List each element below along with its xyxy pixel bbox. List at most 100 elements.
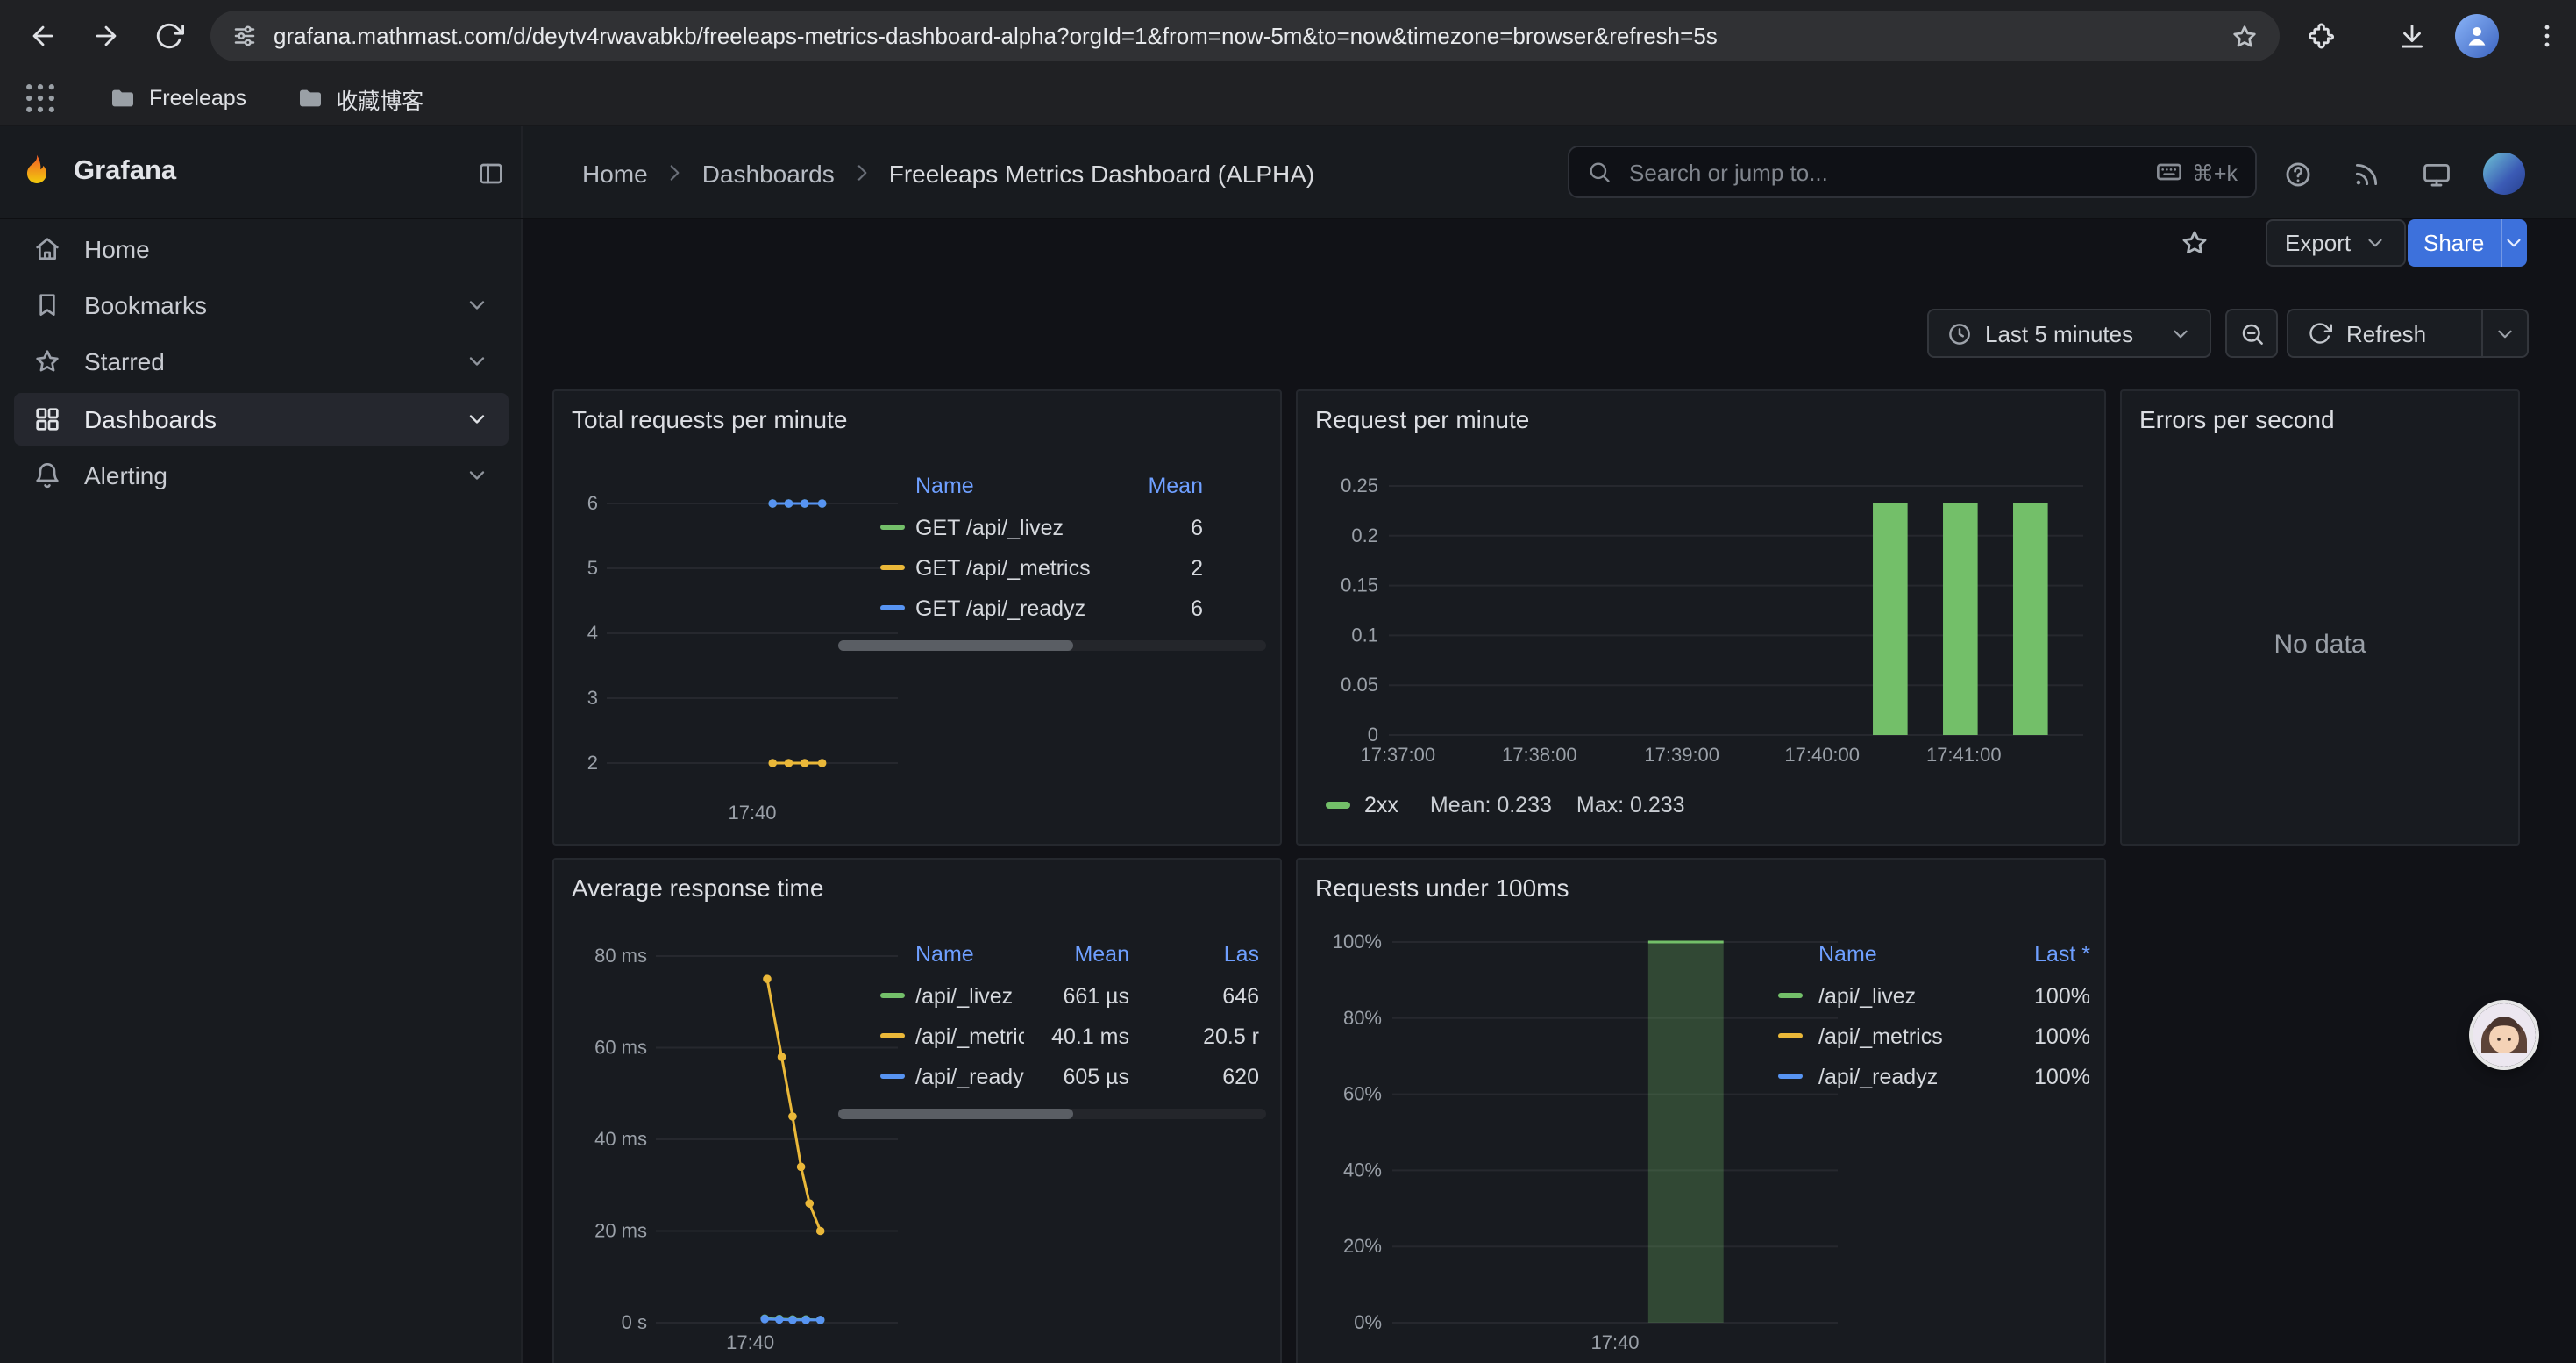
chevron-down-icon[interactable]	[465, 463, 489, 488]
zoom-out-button[interactable]	[2225, 309, 2278, 358]
series-color-dash	[880, 605, 905, 611]
browser-menu-button[interactable]	[2522, 11, 2571, 60]
rss-icon	[2351, 159, 2380, 189]
site-info-icon[interactable]	[231, 23, 258, 49]
panel-total-requests[interactable]: Total requests per minute 6543217:40 Nam…	[552, 389, 1282, 846]
dashboard-search[interactable]: ⌘+k	[1568, 146, 2257, 198]
panel-title[interactable]: Requests under 100ms	[1315, 874, 1569, 902]
news-button[interactable]	[2343, 151, 2388, 196]
grafana-logo	[18, 153, 56, 191]
legend-col-header[interactable]: Name	[915, 942, 1024, 967]
refresh-button[interactable]: Refresh	[2288, 310, 2481, 356]
svg-text:17:40: 17:40	[1590, 1331, 1639, 1353]
svg-text:0.15: 0.15	[1341, 574, 1378, 596]
legend-stats: 2xxMean: 0.233Max: 0.233	[1326, 788, 1710, 823]
sidebar-item-alerting[interactable]: Alerting	[14, 449, 509, 502]
back-button[interactable]	[18, 11, 67, 60]
legend-col-header[interactable]: Last *	[1985, 942, 2090, 967]
address-bar[interactable]: grafana.mathmast.com/d/deytv4rwavabkb/fr…	[210, 11, 2280, 61]
kiosk-mode-button[interactable]	[2413, 151, 2459, 196]
requests-per-minute-chart[interactable]: 0.250.20.150.10.05017:37:0017:38:0017:39…	[1312, 468, 2094, 784]
extensions-button[interactable]	[2297, 11, 2346, 60]
panel-title[interactable]: Errors per second	[2139, 405, 2335, 433]
help-icon	[2282, 159, 2312, 189]
forward-button[interactable]	[81, 11, 130, 60]
search-input[interactable]	[1626, 157, 2141, 187]
svg-text:17:40:00: 17:40:00	[1784, 744, 1860, 766]
chevron-down-icon	[2363, 232, 2386, 254]
panel-requests-per-minute[interactable]: Request per minute 0.250.20.150.10.05017…	[1296, 389, 2106, 846]
panel-title[interactable]: Total requests per minute	[572, 405, 847, 433]
bookmark-folder-freeleaps[interactable]: Freeleaps	[91, 84, 264, 112]
legend-row: GET /api/_livez6	[838, 507, 1266, 547]
legend-col-header[interactable]: Mean	[1024, 942, 1129, 967]
collapse-sidebar-icon	[476, 159, 504, 187]
panel-errors-per-second[interactable]: Errors per second No data	[2120, 389, 2520, 846]
legend-cell: /api/_livez	[915, 983, 1024, 1008]
series-color-dash	[880, 993, 905, 999]
panel-title[interactable]: Average response time	[572, 874, 823, 902]
svg-text:6: 6	[587, 492, 598, 514]
reload-button[interactable]	[144, 11, 193, 60]
chevron-down-icon[interactable]	[465, 349, 489, 374]
help-button[interactable]	[2274, 151, 2320, 196]
browser-profile-avatar[interactable]	[2455, 14, 2499, 58]
legend-scrollbar[interactable]	[838, 1109, 1266, 1119]
legend-cell: /api/_livez	[1818, 983, 1985, 1008]
bookmark-folder-blogs[interactable]: 收藏博客	[278, 82, 441, 115]
legend-cell: 100%	[1985, 1064, 2090, 1088]
series-color-dash	[880, 525, 905, 531]
chevron-right-icon	[850, 161, 873, 184]
sidebar-item-bookmarks[interactable]: Bookmarks	[14, 279, 509, 332]
panel-title[interactable]: Request per minute	[1315, 405, 1529, 433]
chevron-down-icon	[2494, 322, 2516, 345]
svg-text:17:40: 17:40	[726, 1331, 774, 1353]
panel-requests-under-100ms[interactable]: Requests under 100ms 100%80%60%40%20%0%1…	[1296, 858, 2106, 1363]
url-text[interactable]: grafana.mathmast.com/d/deytv4rwavabkb/fr…	[274, 23, 2215, 49]
reload-icon	[153, 20, 183, 50]
apps-grid-icon[interactable]	[21, 79, 60, 118]
floating-assistant-avatar[interactable]	[2473, 1003, 2536, 1067]
screenshot-viewport: grafana.mathmast.com/d/deytv4rwavabkb/fr…	[0, 0, 2576, 1363]
series-color-dash	[1778, 993, 1803, 999]
legend-scrollbar[interactable]	[838, 640, 1266, 651]
export-label: Export	[2285, 230, 2351, 256]
chevron-down-icon[interactable]	[465, 407, 489, 432]
share-menu-button[interactable]	[2501, 219, 2527, 267]
sidebar-item-label: Alerting	[84, 461, 167, 489]
grafana-brand[interactable]: Grafana	[18, 153, 176, 191]
legend-col-header[interactable]: Mean	[1098, 474, 1203, 498]
grafana-user-avatar[interactable]	[2483, 153, 2525, 195]
bookmark-star-icon[interactable]	[2231, 22, 2259, 50]
legend-cell: 605 µs	[1024, 1064, 1129, 1088]
legend-col-header[interactable]: Name	[1818, 942, 1985, 967]
export-button[interactable]: Export	[2266, 219, 2405, 267]
sidebar-item-starred[interactable]: Starred	[14, 335, 509, 388]
refresh-interval-button[interactable]	[2483, 310, 2527, 356]
sidebar-item-home[interactable]: Home	[14, 223, 509, 275]
downloads-button[interactable]	[2387, 11, 2436, 60]
share-button[interactable]: Share	[2408, 219, 2527, 267]
collapse-sidebar-button[interactable]	[466, 149, 514, 196]
panel-average-response-time[interactable]: Average response time 80 ms60 ms40 ms20 …	[552, 858, 1282, 1363]
legend-series-name[interactable]: 2xx	[1364, 793, 1398, 817]
svg-text:0.2: 0.2	[1351, 525, 1378, 546]
breadcrumb-home[interactable]: Home	[582, 159, 648, 187]
chevron-right-icon	[664, 161, 687, 184]
favorite-dashboard-button[interactable]	[2174, 223, 2213, 261]
browser-toolbar: grafana.mathmast.com/d/deytv4rwavabkb/fr…	[0, 0, 2576, 72]
breadcrumb-dashboards[interactable]: Dashboards	[702, 159, 835, 187]
legend-col-header[interactable]: Name	[915, 474, 1098, 498]
svg-text:40%: 40%	[1343, 1159, 1382, 1181]
sidebar-item-dashboards[interactable]: Dashboards	[14, 393, 509, 446]
legend-col-header[interactable]: Las	[1129, 942, 1259, 967]
share-label: Share	[2408, 219, 2500, 267]
legend-cell: 2	[1098, 555, 1203, 580]
chevron-down-icon[interactable]	[465, 293, 489, 318]
legend-cell: GET /api/_readyz	[915, 596, 1098, 620]
svg-text:80%: 80%	[1343, 1007, 1382, 1029]
svg-text:80 ms: 80 ms	[594, 945, 647, 967]
time-range-picker[interactable]: Last 5 minutes	[1927, 309, 2211, 358]
svg-text:17:41:00: 17:41:00	[1926, 744, 2002, 766]
legend-cell: 6	[1098, 515, 1203, 539]
